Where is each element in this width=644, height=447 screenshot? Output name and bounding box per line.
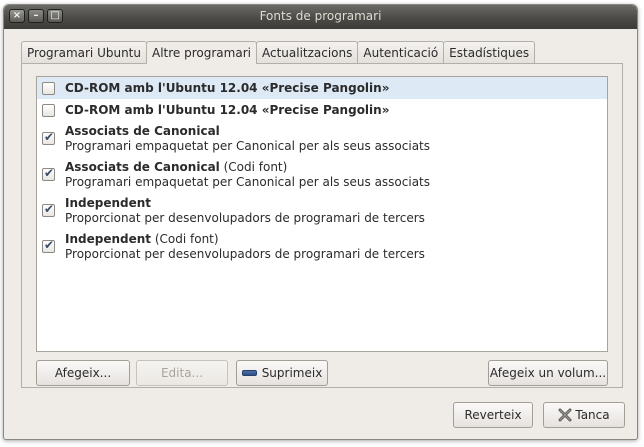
- tab-bar: Programari Ubuntu Altre programari Actua…: [21, 41, 536, 64]
- close-x-icon: [558, 408, 572, 422]
- source-checkbox[interactable]: [42, 166, 55, 181]
- software-sources-window: × – □ Fonts de programari Programari Ubu…: [3, 4, 638, 440]
- tab-authentication[interactable]: Autenticació: [357, 41, 445, 63]
- source-description: Programari empaquetat per Canonical per …: [65, 139, 431, 153]
- source-name: CD-ROM amb l'Ubuntu 12.04 «Precise Pango…: [65, 80, 390, 95]
- source-checkbox[interactable]: [42, 103, 55, 117]
- edit-source-label: Edita...: [160, 366, 204, 380]
- source-row[interactable]: Independent (Codi font) Proporcionat per…: [37, 229, 607, 265]
- source-row[interactable]: CD-ROM amb l'Ubuntu 12.04 «Precise Pango…: [37, 77, 607, 99]
- source-suffix: (Codi font): [151, 232, 219, 246]
- edit-source-button[interactable]: Edita...: [136, 360, 228, 386]
- tab-statistics[interactable]: Estadístiques: [443, 41, 536, 63]
- source-description: Proporcionat per desenvolupadors de prog…: [65, 247, 425, 261]
- window-title: Fonts de programari: [259, 9, 382, 23]
- source-checkbox[interactable]: [42, 238, 55, 253]
- remove-icon: [241, 370, 257, 376]
- source-name: Associats de Canonical: [65, 124, 220, 138]
- revert-label: Reverteix: [464, 408, 522, 422]
- source-name: CD-ROM amb l'Ubuntu 12.04 «Precise Pango…: [65, 102, 390, 117]
- tab-panel: CD-ROM amb l'Ubuntu 12.04 «Precise Pango…: [21, 63, 623, 388]
- close-label: Tanca: [575, 408, 610, 422]
- title-bar[interactable]: × – □ Fonts de programari: [4, 5, 637, 29]
- source-checkbox[interactable]: [42, 130, 55, 145]
- add-source-label: Afegeix...: [54, 366, 112, 380]
- source-description: Programari empaquetat per Canonical per …: [65, 175, 431, 189]
- source-checkbox[interactable]: [42, 81, 55, 95]
- add-volume-label: Afegeix un volum...: [489, 366, 607, 380]
- tab-ubuntu-software[interactable]: Programari Ubuntu: [21, 41, 147, 63]
- source-row[interactable]: Associats de Canonical Programari empaqu…: [37, 121, 607, 157]
- sources-list[interactable]: CD-ROM amb l'Ubuntu 12.04 «Precise Pango…: [36, 76, 608, 352]
- revert-button[interactable]: Reverteix: [453, 402, 533, 428]
- source-description: Proporcionat per desenvolupadors de prog…: [65, 211, 425, 225]
- tab-other-software[interactable]: Altre programari: [146, 41, 257, 64]
- source-name: Independent: [65, 232, 152, 246]
- source-name: Independent: [65, 196, 152, 210]
- add-source-button[interactable]: Afegeix...: [36, 360, 130, 386]
- add-volume-button[interactable]: Afegeix un volum...: [488, 360, 608, 386]
- close-button[interactable]: Tanca: [543, 402, 625, 428]
- remove-source-button[interactable]: Suprimeix: [236, 360, 328, 386]
- source-suffix: (Codi font): [219, 160, 288, 174]
- source-name: Associats de Canonical: [65, 160, 220, 174]
- tab-updates[interactable]: Actualitzacions: [255, 41, 359, 63]
- source-checkbox[interactable]: [42, 202, 55, 217]
- source-row[interactable]: Independent Proporcionat per desenvolupa…: [37, 193, 607, 229]
- source-row[interactable]: CD-ROM amb l'Ubuntu 12.04 «Precise Pango…: [37, 99, 607, 121]
- source-row[interactable]: Associats de Canonical (Codi font) Progr…: [37, 157, 607, 193]
- remove-source-label: Suprimeix: [261, 366, 323, 380]
